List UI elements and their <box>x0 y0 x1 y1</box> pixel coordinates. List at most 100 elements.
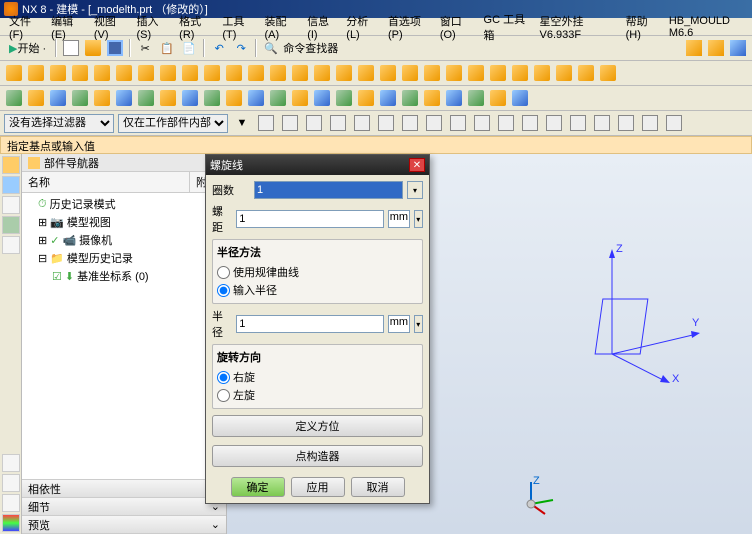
feature-icon-20[interactable] <box>444 63 464 83</box>
menu-hbmould[interactable]: HB_MOULD M6.6 <box>664 14 748 40</box>
snap-icon-4[interactable] <box>352 113 372 133</box>
define-orientation-button[interactable]: 定义方位 <box>212 415 423 437</box>
filter-select-2[interactable]: 仅在工作部件内部 <box>118 114 228 133</box>
snap-icon-6[interactable] <box>400 113 420 133</box>
radio-input-radius[interactable]: 输入半径 <box>217 281 418 299</box>
spin-icon[interactable]: ▾ <box>414 315 423 333</box>
ok-button[interactable]: 确定 <box>231 477 285 497</box>
feature-icon-8[interactable] <box>180 63 200 83</box>
cube-icon[interactable] <box>684 38 704 58</box>
tool-icon-8[interactable] <box>180 88 200 108</box>
tool-icon-6[interactable] <box>136 88 156 108</box>
menu-gc[interactable]: GC 工具箱 <box>479 10 533 44</box>
cube3-icon[interactable] <box>728 38 748 58</box>
paste-icon[interactable]: 📄 <box>179 38 199 58</box>
tool-icon-12[interactable] <box>268 88 288 108</box>
tool-icon-14[interactable] <box>312 88 332 108</box>
feature-icon-3[interactable] <box>70 63 90 83</box>
feature-icon-19[interactable] <box>422 63 442 83</box>
feature-icon-1[interactable] <box>26 63 46 83</box>
tree-model-views[interactable]: ⊞📷模型视图 <box>24 213 224 231</box>
snap-icon-5[interactable] <box>376 113 396 133</box>
feature-icon-0[interactable] <box>4 63 24 83</box>
snap-icon-14[interactable] <box>592 113 612 133</box>
menu-tools[interactable]: 工具(T) <box>217 12 257 42</box>
tool-icon-11[interactable] <box>246 88 266 108</box>
spin-icon[interactable]: ▾ <box>414 210 423 228</box>
rb-constraint-icon[interactable] <box>2 196 20 214</box>
rb-assy-icon[interactable] <box>2 176 20 194</box>
feature-icon-14[interactable] <box>312 63 332 83</box>
tree-datum-csys[interactable]: ☑⬇基准坐标系 (0) <box>24 267 224 285</box>
snap-icon-7[interactable] <box>424 113 444 133</box>
tree-cameras[interactable]: ⊞✓📹摄像机 <box>24 231 224 249</box>
start-button[interactable]: ▶开始 · <box>4 38 51 58</box>
tool-icon-18[interactable] <box>400 88 420 108</box>
rb-reuse-icon[interactable] <box>2 216 20 234</box>
radius-input[interactable] <box>236 315 384 333</box>
feature-icon-4[interactable] <box>92 63 112 83</box>
feature-icon-9[interactable] <box>202 63 222 83</box>
close-icon[interactable]: ✕ <box>409 158 425 172</box>
copy-icon[interactable]: 📋 <box>157 38 177 58</box>
menu-help[interactable]: 帮助(H) <box>621 12 662 42</box>
acc-preview[interactable]: 预览⌄ <box>22 516 226 534</box>
rb-web-icon[interactable] <box>2 474 20 492</box>
menu-info[interactable]: 信息(I) <box>302 12 339 42</box>
rb-color-icon[interactable] <box>2 514 20 532</box>
tool-icon-7[interactable] <box>158 88 178 108</box>
feature-icon-17[interactable] <box>378 63 398 83</box>
snap-icon-17[interactable] <box>664 113 684 133</box>
snap-icon-2[interactable] <box>304 113 324 133</box>
rb-nav-icon[interactable] <box>2 156 20 174</box>
menu-edit[interactable]: 编辑(E) <box>46 12 87 42</box>
radio-left-hand[interactable]: 左旋 <box>217 386 418 404</box>
dialog-titlebar[interactable]: 螺旋线 ✕ <box>206 155 429 175</box>
spin-icon[interactable]: ▾ <box>407 181 423 199</box>
feature-icon-7[interactable] <box>158 63 178 83</box>
snap-icon-16[interactable] <box>640 113 660 133</box>
tool-icon-22[interactable] <box>488 88 508 108</box>
snap-icon-0[interactable] <box>256 113 276 133</box>
menu-view[interactable]: 视图(V) <box>89 12 130 42</box>
rb-roles-icon[interactable] <box>2 454 20 472</box>
feature-icon-2[interactable] <box>48 63 68 83</box>
menu-assembly[interactable]: 装配(A) <box>260 12 301 42</box>
tool-icon-5[interactable] <box>114 88 134 108</box>
feature-icon-23[interactable] <box>510 63 530 83</box>
tool-icon-17[interactable] <box>378 88 398 108</box>
acc-dependency[interactable]: 相依性⌄ <box>22 480 226 498</box>
feature-icon-16[interactable] <box>356 63 376 83</box>
search-icon[interactable]: 🔍 <box>261 38 281 58</box>
tree-history-mode[interactable]: ⏱历史记录模式 <box>24 195 224 213</box>
filter-select-1[interactable]: 没有选择过滤器 <box>4 114 114 133</box>
turns-input[interactable] <box>254 181 403 199</box>
menu-format[interactable]: 格式(R) <box>174 12 215 42</box>
feature-icon-5[interactable] <box>114 63 134 83</box>
menu-file[interactable]: 文件(F) <box>4 12 44 42</box>
rb-hist-icon[interactable] <box>2 236 20 254</box>
snap-icon-1[interactable] <box>280 113 300 133</box>
tool-icon-23[interactable] <box>510 88 530 108</box>
feature-icon-11[interactable] <box>246 63 266 83</box>
tool-icon-1[interactable] <box>26 88 46 108</box>
tool-icon-4[interactable] <box>92 88 112 108</box>
snap-icon-15[interactable] <box>616 113 636 133</box>
tool-icon-3[interactable] <box>70 88 90 108</box>
feature-icon-10[interactable] <box>224 63 244 83</box>
col-name[interactable]: 名称 <box>22 172 190 192</box>
cancel-button[interactable]: 取消 <box>351 477 405 497</box>
menu-insert[interactable]: 插入(S) <box>132 12 173 42</box>
tool-icon-16[interactable] <box>356 88 376 108</box>
feature-icon-15[interactable] <box>334 63 354 83</box>
redo-icon[interactable]: ↷ <box>231 38 251 58</box>
apply-button[interactable]: 应用 <box>291 477 345 497</box>
tool-icon-10[interactable] <box>224 88 244 108</box>
feature-icon-6[interactable] <box>136 63 156 83</box>
tool-icon-9[interactable] <box>202 88 222 108</box>
snap-icon-13[interactable] <box>568 113 588 133</box>
feature-icon-24[interactable] <box>532 63 552 83</box>
tool-icon-0[interactable] <box>4 88 24 108</box>
menu-plugin[interactable]: 星空外挂 V6.933F <box>534 12 618 42</box>
rb-sys-icon[interactable] <box>2 494 20 512</box>
